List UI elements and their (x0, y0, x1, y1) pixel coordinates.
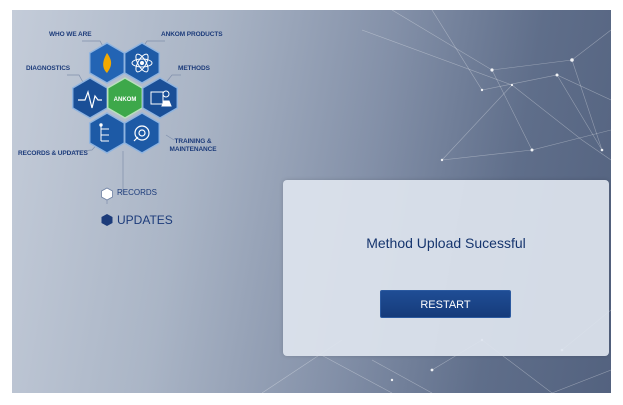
upload-result-dialog: Method Upload Sucessful RESTART (283, 180, 609, 356)
submenu-records[interactable]: RECORDS (117, 188, 157, 197)
nav-diagnostics[interactable]: DIAGNOSTICS (26, 65, 70, 73)
submenu-updates[interactable]: UPDATES (117, 213, 173, 227)
nav-ankom-products[interactable]: ANKOM PRODUCTS (161, 31, 223, 39)
app-screen: ANKOM WHO WE ARE ANKOM PRODUCTS DIAGNOST… (12, 10, 611, 393)
nav-training-maintenance[interactable]: TRAINING & MAINTENANCE (165, 138, 221, 154)
nav-records-updates[interactable]: RECORDS & UPDATES (18, 150, 88, 158)
dialog-message: Method Upload Sucessful (366, 235, 526, 251)
nav-who-we-are[interactable]: WHO WE ARE (49, 31, 92, 39)
restart-button[interactable]: RESTART (380, 290, 511, 318)
hex-center-ankom[interactable]: ANKOM (106, 77, 144, 119)
updates-hex-marker (101, 214, 113, 226)
hex-diagnostics[interactable] (71, 77, 109, 119)
hex-methods[interactable] (141, 77, 179, 119)
nav-methods[interactable]: METHODS (178, 65, 210, 73)
nav-training-line2: MAINTENANCE (169, 146, 217, 153)
nav-training-line1: TRAINING & (174, 138, 212, 145)
records-hex-marker (101, 187, 113, 201)
hex-ankom-products[interactable] (123, 42, 161, 84)
ankom-logo: ANKOM (114, 97, 137, 103)
hex-training-maintenance[interactable] (123, 112, 161, 154)
hex-who-we-are[interactable] (88, 42, 126, 84)
